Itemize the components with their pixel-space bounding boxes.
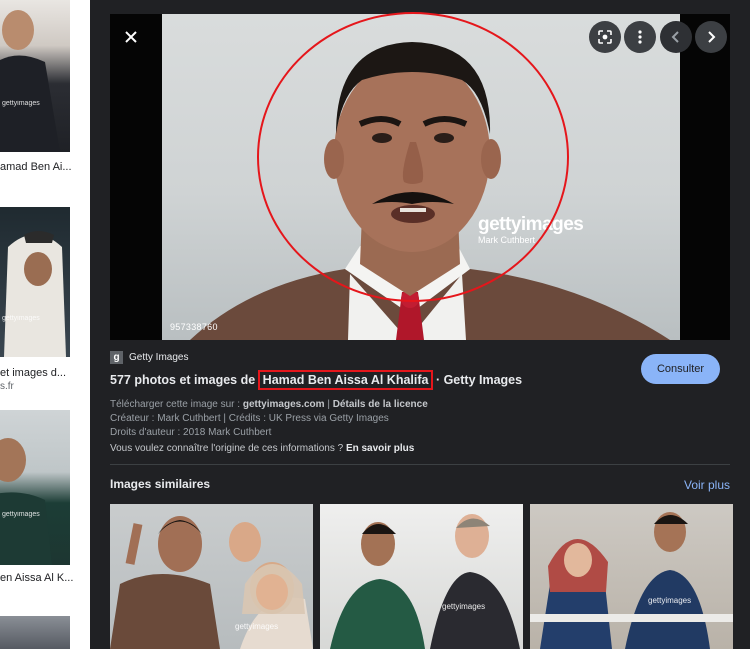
chevron-left-icon[interactable] [660,21,692,53]
man-headdress-image [4,231,66,357]
two-men-talking-image [330,514,520,649]
download-separator: | [324,399,333,410]
learn-more-link[interactable]: En savoir plus [346,443,414,454]
download-line: Télécharger cette image sur : gettyimage… [110,399,428,410]
origin-question: Vous voulez connaître l'origine de ces i… [110,443,414,454]
watermark-text: gettyimages [2,511,40,518]
download-prefix: Télécharger cette image sur : [110,399,243,410]
result-source: s.fr [0,381,14,392]
title-prefix: 577 photos et images de [110,373,259,387]
watermark-author: Mark Cuthbert [478,235,536,245]
group-walking-image [530,512,733,649]
image-viewer-panel: gettyimages Mark Cuthbert 957338760 g Ge… [90,0,750,649]
copyright-line: Droits d'auteur : 2018 Mark Cuthbert [110,427,272,438]
result-thumbnail[interactable]: gettyimages [0,0,70,152]
man-suit-image [0,10,60,152]
watermark-brand: gettyimages [478,214,584,235]
man-portrait-illustration [190,42,670,340]
origin-question-text: Vous voulez connaître l'origine de ces i… [110,443,346,454]
close-icon[interactable] [115,21,147,53]
main-preview-image[interactable]: gettyimages Mark Cuthbert 957338760 [110,14,730,340]
source-row[interactable]: g Getty Images [110,351,188,364]
watermark-text: gettyimages [2,100,40,107]
getty-watermark: gettyimages Mark Cuthbert [478,214,584,245]
creator-line: Créateur : Mark Cuthbert | Crédits : UK … [110,413,389,424]
getty-logo-icon: g [110,351,123,364]
chevron-right-icon[interactable] [695,21,727,53]
consult-button[interactable]: Consulter [641,354,720,384]
result-thumbnail[interactable]: gettyimages [0,410,70,565]
watermark-text: gettyimages [235,622,279,631]
see-more-link[interactable]: Voir plus [684,478,730,492]
watermark-text: gettyimages [2,315,40,322]
watermark-text: gettyimages [442,602,486,611]
result-caption[interactable]: et images d... [0,367,66,379]
highlighted-name: Hamad Ben Aissa Al Khalifa [257,370,434,390]
divider [110,464,730,465]
similar-images-heading: Images similaires [110,477,211,491]
lens-icon[interactable] [589,21,621,53]
two-people-laughing-image [110,516,313,649]
watermark-text: gettyimages [648,596,692,605]
man-green-suit-image [0,438,52,565]
result-thumbnail[interactable] [0,616,70,649]
result-caption[interactable]: en Aissa Al K... [0,572,73,584]
download-site-link[interactable]: gettyimages.com [243,399,325,410]
result-title[interactable]: 577 photos et images de Hamad Ben Aissa … [110,370,523,390]
result-caption[interactable]: amad Ben Ai... [0,161,72,173]
similar-image[interactable]: gettyimages [530,504,733,649]
results-strip: gettyimages amad Ben Ai... gettyimages e… [0,0,88,649]
similar-image[interactable]: gettyimages [320,504,523,649]
result-thumbnail[interactable]: gettyimages [0,207,70,357]
source-name: Getty Images [129,352,189,363]
photo-id-label: 957338760 [170,322,218,332]
title-suffix: · Getty Images [432,373,523,387]
more-vert-icon[interactable] [624,21,656,53]
license-details-link[interactable]: Détails de la licence [333,399,428,410]
similar-image[interactable]: gettyimages [110,504,313,649]
